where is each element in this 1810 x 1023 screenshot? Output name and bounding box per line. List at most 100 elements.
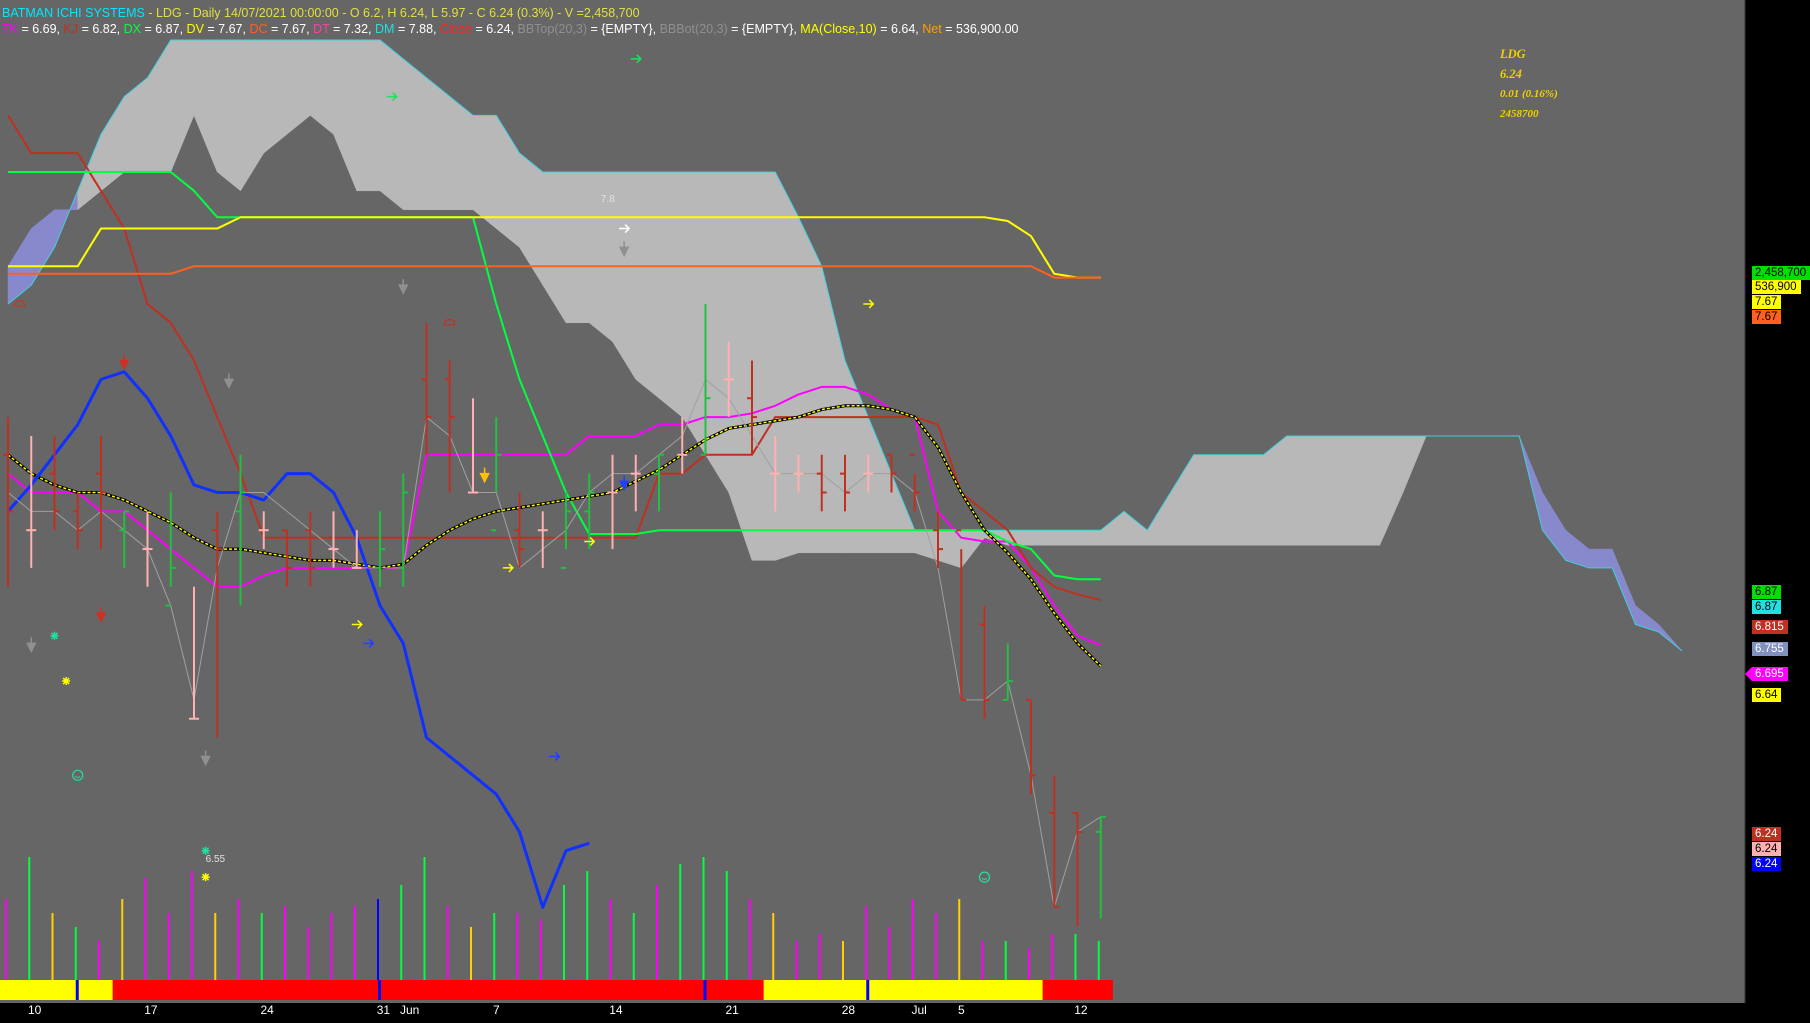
indicator-value: = 6.24, <box>471 22 518 36</box>
cloud-segment <box>1333 435 1357 546</box>
state-band-cell <box>833 980 858 1000</box>
period: Daily <box>192 6 221 20</box>
state-band-cell <box>507 980 532 1000</box>
indicator-label: MA(Close,10) <box>800 22 877 36</box>
state-band-cell <box>786 980 811 1000</box>
cloud-segment <box>1054 529 1078 546</box>
quote-volume: 2458700 <box>1500 108 1539 120</box>
state-band-cell <box>972 980 997 1000</box>
signal-star <box>50 631 59 640</box>
cloud-segment <box>751 171 776 561</box>
date-tick: 7 <box>493 1003 500 1017</box>
indicator-label: Net <box>922 22 942 36</box>
signal-star <box>62 677 71 686</box>
cloud-segment <box>1030 529 1055 546</box>
state-band-cell <box>298 980 323 1000</box>
close-change: C 6.24 (0.3%) <box>476 6 554 20</box>
cloud-segment <box>426 77 450 210</box>
indicator-value: = {EMPTY}, <box>727 22 801 36</box>
state-band-marker <box>866 980 870 1000</box>
indicator-value: = 6.69, <box>17 22 64 36</box>
indicator-value: = 7.88, <box>394 22 440 36</box>
price-axis-label-pointer <box>1745 667 1752 681</box>
quote-change: 0.01 (0.16%) <box>1500 88 1558 100</box>
cloud-segment <box>798 217 822 554</box>
state-band-cell <box>275 980 300 1000</box>
date-tick: 10 <box>28 1003 42 1017</box>
price-axis-label: 6.755 <box>1752 642 1788 656</box>
state-band-marker <box>75 980 79 1000</box>
chart-note: 6.55 <box>206 854 226 865</box>
state-band-cell <box>879 980 904 1000</box>
indicator-label: KJ <box>63 22 79 36</box>
price-chart[interactable]: 7.8 6.55 <box>0 0 1810 1018</box>
state-band-cell <box>89 980 114 1000</box>
quote-last: 6.24 <box>1500 67 1522 81</box>
state-band-cell <box>554 980 579 1000</box>
state-band-cell <box>438 980 462 1000</box>
price-axis-label: 536,900 <box>1752 280 1801 294</box>
cloud-segment <box>728 171 753 561</box>
indicator-value: = 536,900.00 <box>941 22 1019 36</box>
date-tick: 12 <box>1074 1003 1088 1017</box>
chart-window[interactable]: 7.8 6.55 BATMAN ICHI SYSTEMS - LDG - Dail… <box>0 0 1810 1018</box>
bar-date: 14/07/2021 00:00:00 <box>224 6 339 20</box>
state-band-cell <box>391 980 416 1000</box>
state-band-cell <box>0 980 21 1000</box>
system-state-band <box>0 980 1113 1000</box>
indicator-label: DC <box>249 22 268 36</box>
state-band-cell <box>205 980 230 1000</box>
state-band-cell <box>949 980 974 1000</box>
cloud-segment <box>263 39 288 154</box>
price-axis-label: 6.24 <box>1752 842 1782 856</box>
indicator-value: = 7.67, <box>267 22 314 36</box>
state-band-cell <box>600 980 625 1000</box>
state-band-cell <box>345 980 369 1000</box>
cloud-segment <box>1240 454 1264 546</box>
state-band-cell <box>1042 980 1067 1000</box>
state-band-cell <box>159 980 183 1000</box>
cloud-segment <box>379 39 404 211</box>
quote-symbol: LDG <box>1500 47 1526 61</box>
cloud-segment <box>775 171 799 561</box>
state-band-cell <box>903 980 927 1000</box>
state-band-cell <box>484 980 509 1000</box>
cloud-segment <box>565 171 590 324</box>
indicator-value: = 6.64, <box>876 22 923 36</box>
price-axis-label: 7.67 <box>1752 310 1782 324</box>
cloud-segment <box>682 171 706 456</box>
date-tick: Jul <box>911 1003 927 1017</box>
date-tick: 5 <box>958 1003 965 1017</box>
indicator-label: DM <box>375 22 395 36</box>
cloud-segment <box>1356 435 1380 546</box>
system-name: BATMAN ICHI SYSTEMS <box>2 6 145 20</box>
quote-box: LDG 6.24 0.01 (0.16%) 2458700 <box>1500 44 1558 124</box>
ticker: LDG <box>155 6 182 20</box>
cloud-segment <box>472 115 497 230</box>
indicator-value: = 7.67, <box>203 22 250 36</box>
cloud-segment <box>356 39 381 192</box>
state-band-cell <box>996 980 1020 1000</box>
cloud-segment <box>658 171 683 418</box>
state-band-cell <box>926 980 951 1000</box>
state-band-cell <box>19 980 44 1000</box>
price-axis-label: 6.815 <box>1752 620 1788 634</box>
date-tick: 28 <box>841 1003 856 1017</box>
date-tick: 31 <box>376 1003 391 1017</box>
price-axis-label: 6.64 <box>1752 688 1782 702</box>
indicator-readout-line: TK = 6.69, KJ = 6.82, DX = 6.87, DV = 7.… <box>2 22 1019 36</box>
state-band-cell <box>740 980 765 1000</box>
indicator-value: = 7.32, <box>329 22 376 36</box>
indicator-value: = {EMPTY}, <box>586 22 660 36</box>
state-band-marker <box>378 980 381 1000</box>
indicator-value: = 6.82, <box>78 22 124 36</box>
cloud-segment <box>1193 454 1218 546</box>
cloud-segment <box>449 96 474 210</box>
state-band-cell <box>763 980 788 1000</box>
state-band-cell <box>182 980 207 1000</box>
state-band-cell <box>1089 980 1113 1000</box>
price-axis-label: 7.67 <box>1752 295 1782 309</box>
indicator-label: DT <box>313 22 330 36</box>
cloud-segment <box>1077 529 1101 546</box>
state-band-cell <box>1065 980 1090 1000</box>
